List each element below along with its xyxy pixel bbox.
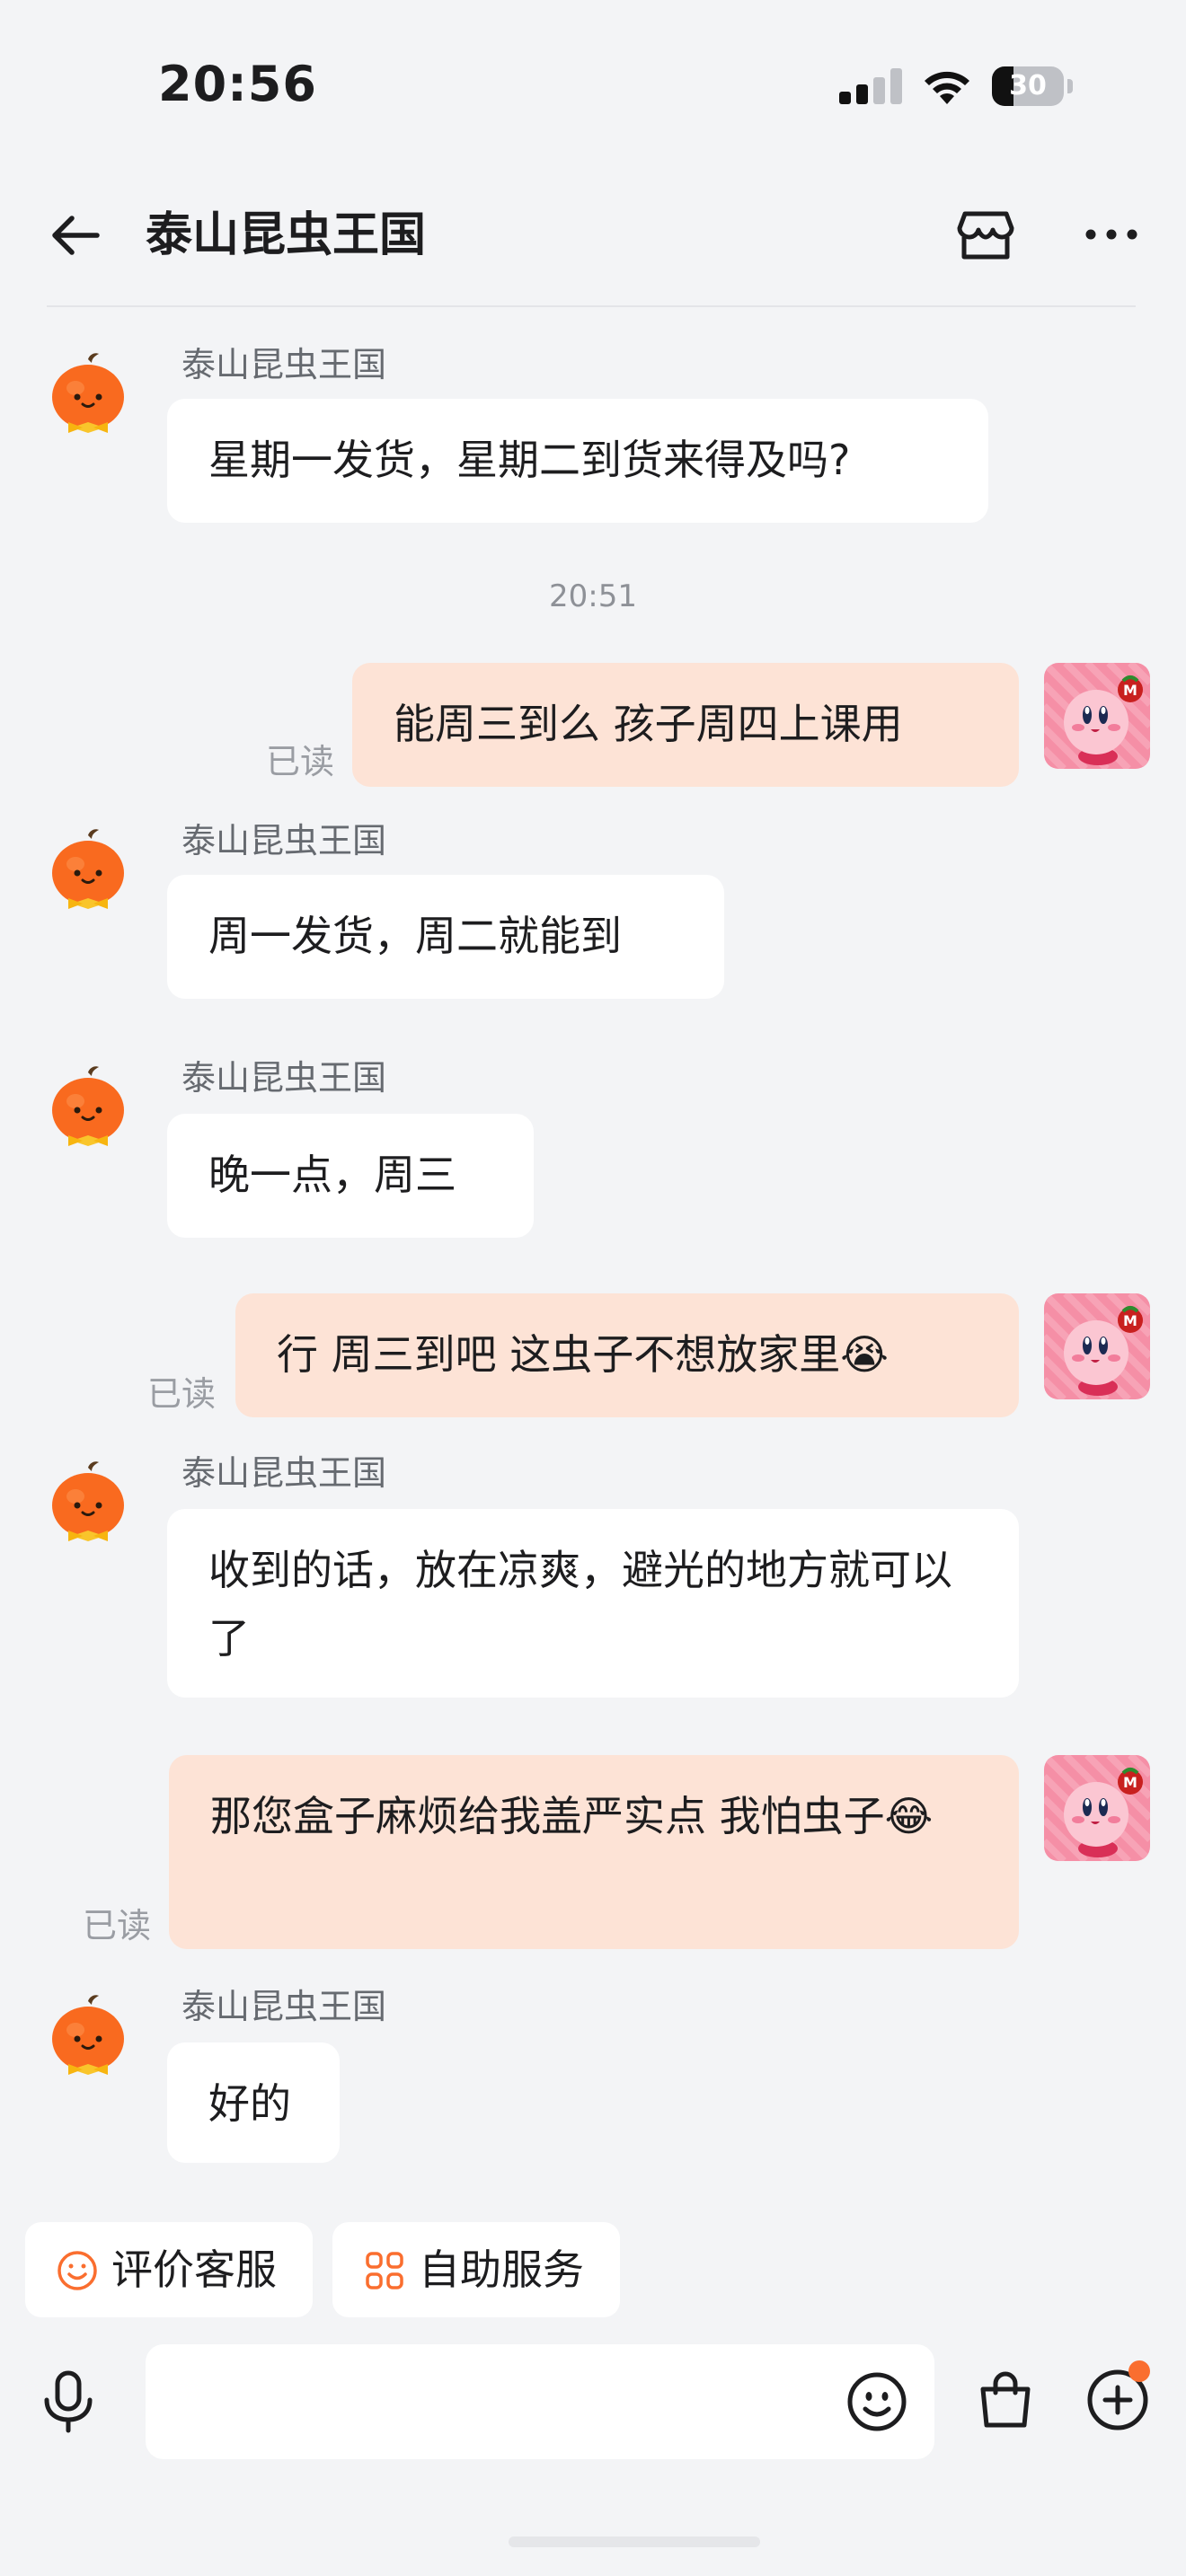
sender-name: 泰山昆虫王国 xyxy=(181,1453,387,1493)
shop-avatar-icon[interactable] xyxy=(36,1451,140,1556)
home-indicator xyxy=(509,2536,760,2547)
store-icon[interactable] xyxy=(952,201,1019,268)
battery-level-text: 30 xyxy=(1009,70,1047,101)
message-input[interactable] xyxy=(146,2344,934,2459)
outgoing-message-bubble[interactable]: 能周三到么 孩子周四上课用 xyxy=(352,663,1019,787)
mic-icon[interactable] xyxy=(34,2368,102,2436)
user-avatar-icon[interactable] xyxy=(1044,663,1150,769)
sender-name: 泰山昆虫王国 xyxy=(181,821,387,860)
cellular-signal-icon xyxy=(839,68,902,104)
chat-header: 泰山昆虫王国 xyxy=(0,180,1186,307)
time-separator: 20:51 xyxy=(549,578,637,614)
incoming-message-bubble[interactable]: 星期一发货，星期二到货来得及吗? xyxy=(167,399,988,523)
emoji-icon[interactable] xyxy=(845,2369,909,2434)
more-dots-icon[interactable] xyxy=(1078,201,1145,268)
status-bar: 20:56 30 xyxy=(0,0,1186,171)
wifi-icon xyxy=(925,71,969,104)
outgoing-message-bubble[interactable]: 那您盒子麻烦给我盖严实点 我怕虫子😂 xyxy=(169,1755,1019,1949)
incoming-message-bubble[interactable]: 收到的话，放在凉爽，避光的地方就可以了 xyxy=(167,1509,1019,1698)
grid-icon xyxy=(366,2252,403,2289)
outgoing-message-bubble[interactable]: 行 周三到吧 这虫子不想放家里😭 xyxy=(235,1293,1019,1417)
shop-avatar-icon[interactable] xyxy=(36,1056,140,1160)
back-arrow-icon[interactable] xyxy=(43,203,108,268)
self-service-button[interactable]: 自助服务 xyxy=(332,2222,620,2317)
incoming-message-bubble[interactable]: 好的 xyxy=(167,2042,340,2163)
incoming-message-bubble[interactable]: 周一发货，周二就能到 xyxy=(167,875,724,999)
user-avatar-icon[interactable] xyxy=(1044,1293,1150,1399)
header-divider xyxy=(47,305,1136,307)
shop-avatar-icon[interactable] xyxy=(36,343,140,447)
rate-service-button[interactable]: 评价客服 xyxy=(25,2222,313,2317)
smile-icon xyxy=(58,2251,97,2290)
chat-title: 泰山昆虫王国 xyxy=(146,208,427,262)
read-status: 已读 xyxy=(147,1374,217,1414)
shop-avatar-icon[interactable] xyxy=(36,1985,140,2089)
sender-name: 泰山昆虫王国 xyxy=(181,1987,387,2026)
rate-service-label: 评价客服 xyxy=(111,2245,277,2294)
battery-indicator: 30 xyxy=(992,66,1073,106)
read-status: 已读 xyxy=(266,742,335,781)
sender-name: 泰山昆虫王国 xyxy=(181,1058,387,1098)
shopping-bag-icon[interactable] xyxy=(972,2366,1039,2432)
shop-avatar-icon[interactable] xyxy=(36,819,140,923)
read-status: 已读 xyxy=(83,1906,152,1945)
user-avatar-icon[interactable] xyxy=(1044,1755,1150,1861)
status-time: 20:56 xyxy=(158,56,317,112)
incoming-message-bubble[interactable]: 晚一点，周三 xyxy=(167,1114,534,1238)
sender-name: 泰山昆虫王国 xyxy=(181,345,387,384)
self-service-label: 自助服务 xyxy=(419,2245,584,2294)
notification-dot xyxy=(1128,2360,1150,2382)
